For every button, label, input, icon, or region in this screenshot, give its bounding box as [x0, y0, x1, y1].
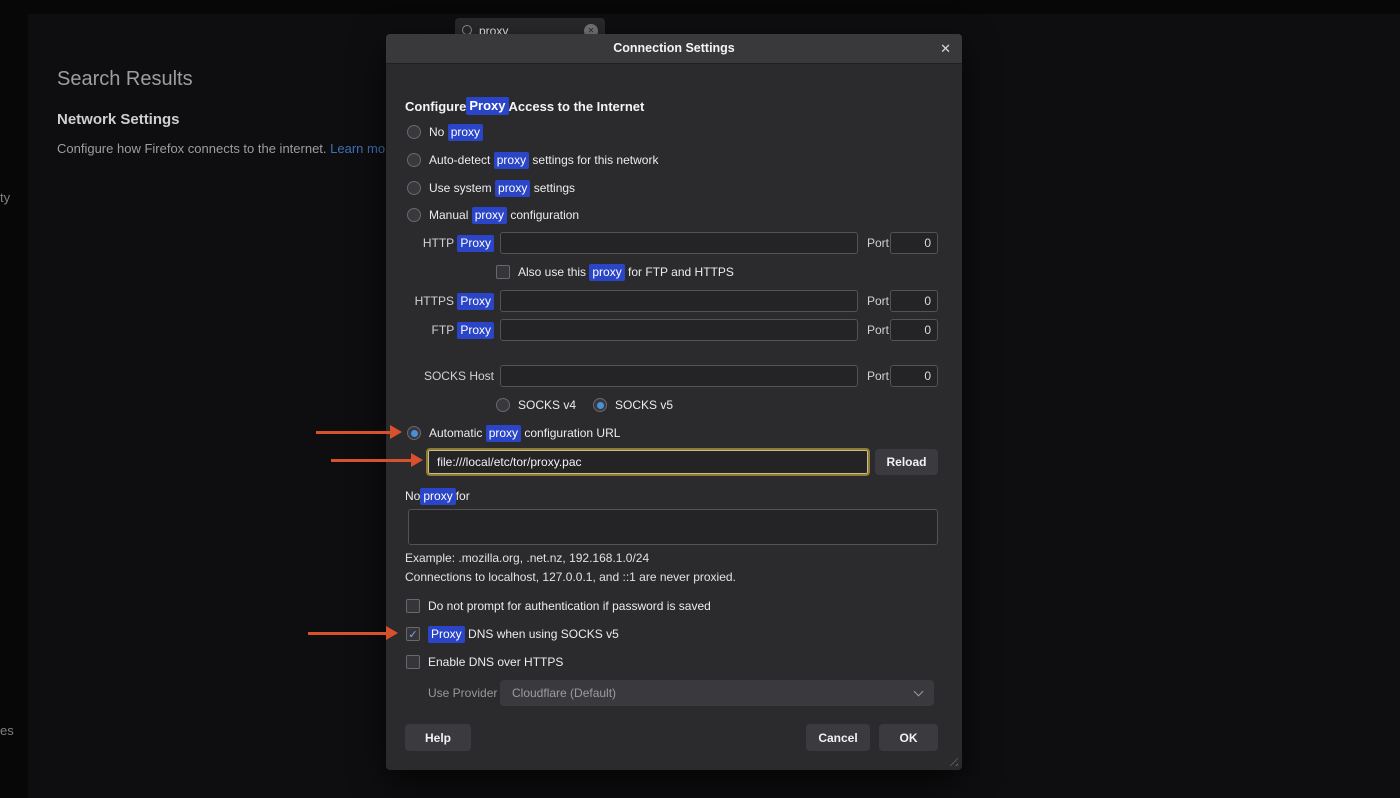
https-proxy-label: HTTPS Proxy — [405, 290, 494, 312]
resize-grip[interactable] — [946, 754, 958, 766]
sidebar-text-fragment-top: ty — [0, 190, 10, 205]
dialog-header: Connection Settings ✕ — [386, 34, 962, 64]
checkbox-icon[interactable] — [406, 599, 420, 613]
checkbox-icon[interactable] — [406, 655, 420, 669]
https-port-input[interactable] — [890, 290, 938, 312]
socks-host-row: SOCKS Host Port — [386, 365, 962, 387]
socks-host-label: SOCKS Host — [405, 365, 494, 387]
radio-manual-proxy[interactable]: Manual proxy configuration — [407, 205, 579, 225]
no-proxy-for-textarea[interactable] — [408, 509, 938, 545]
dialog-heading: Configure Proxy Access to the Internet — [405, 96, 644, 116]
radio-auto-detect-proxy[interactable]: Auto-detect proxy settings for this netw… — [407, 150, 658, 170]
learn-more-link[interactable]: Learn mor — [330, 141, 389, 156]
radio-label: Use system proxy settings — [429, 181, 575, 195]
also-use-proxy-checkbox[interactable]: Also use this proxy for FTP and HTTPS — [496, 262, 734, 282]
radio-icon[interactable] — [407, 208, 421, 222]
http-port-input[interactable] — [890, 232, 938, 254]
description-text: Configure how Firefox connects to the in… — [57, 141, 330, 156]
heading-highlight: Proxy — [466, 97, 508, 115]
checkbox-label: Enable DNS over HTTPS — [428, 655, 563, 669]
checkbox-label: Proxy DNS when using SOCKS v5 — [428, 627, 619, 641]
connection-settings-dialog: Connection Settings ✕ Configure Proxy Ac… — [386, 34, 962, 770]
reload-button[interactable]: Reload — [875, 449, 938, 475]
enable-doh-checkbox[interactable]: Enable DNS over HTTPS — [406, 652, 563, 672]
ftp-proxy-label: FTP Proxy — [405, 319, 494, 341]
help-button[interactable]: Help — [405, 724, 471, 751]
socks-host-input[interactable] — [500, 365, 858, 387]
socks-port-input[interactable] — [890, 365, 938, 387]
no-prompt-auth-checkbox[interactable]: Do not prompt for authentication if pass… — [406, 596, 711, 616]
https-proxy-row: HTTPS Proxy Port — [386, 290, 962, 312]
annotation-arrow-url-field — [331, 459, 411, 462]
close-icon[interactable]: ✕ — [940, 34, 951, 63]
example-hint: Example: .mozilla.org, .net.nz, 192.168.… — [405, 551, 649, 565]
socks-v4-radio-icon[interactable] — [496, 398, 510, 412]
provider-value: Cloudflare (Default) — [512, 686, 616, 700]
no-proxy-for-label: No proxy for — [405, 486, 470, 506]
left-black-strip — [0, 0, 28, 798]
checkbox-label: Also use this proxy for FTP and HTTPS — [518, 265, 734, 279]
socks-v4-label[interactable]: SOCKS v4 — [518, 398, 576, 412]
ftp-proxy-input[interactable] — [500, 319, 858, 341]
socks-version-row: SOCKS v4 SOCKS v5 — [496, 395, 673, 415]
checkbox-checked-icon[interactable]: ✓ — [406, 627, 420, 641]
checkbox-label: Do not prompt for authentication if pass… — [428, 599, 711, 613]
radio-icon[interactable] — [407, 426, 421, 440]
radio-label: No proxy — [429, 125, 483, 139]
heading-post: Access to the Internet — [509, 99, 645, 114]
ftp-proxy-row: FTP Proxy Port — [386, 319, 962, 341]
top-black-strip — [0, 0, 1400, 14]
proxy-dns-socks5-checkbox[interactable]: ✓ Proxy DNS when using SOCKS v5 — [406, 624, 619, 644]
socks-v5-radio-icon[interactable] — [593, 398, 607, 412]
sidebar-text-fragment-bottom: es — [0, 723, 14, 738]
http-port-label: Port — [867, 232, 889, 254]
annotation-arrow-proxy-dns-checkbox — [308, 632, 386, 635]
radio-automatic-proxy-url[interactable]: Automatic proxy configuration URL — [407, 423, 620, 443]
http-proxy-label: HTTP Proxy — [405, 232, 494, 254]
https-port-label: Port — [867, 290, 889, 312]
radio-system-proxy[interactable]: Use system proxy settings — [407, 178, 575, 198]
socks-v5-label[interactable]: SOCKS v5 — [615, 398, 673, 412]
annotation-arrow-auto-proxy-radio — [316, 431, 390, 434]
radio-no-proxy[interactable]: No proxy — [407, 122, 483, 142]
search-results-title: Search Results — [57, 68, 193, 91]
checkbox-icon[interactable] — [496, 265, 510, 279]
ftp-port-label: Port — [867, 319, 889, 341]
radio-icon[interactable] — [407, 125, 421, 139]
dialog-title: Connection Settings — [386, 34, 962, 63]
socks-port-label: Port — [867, 365, 889, 387]
https-proxy-input[interactable] — [500, 290, 858, 312]
http-proxy-input[interactable] — [500, 232, 858, 254]
localhost-hint: Connections to localhost, 127.0.0.1, and… — [405, 570, 736, 584]
radio-label: Automatic proxy configuration URL — [429, 426, 620, 440]
provider-dropdown[interactable]: Cloudflare (Default) — [500, 680, 934, 706]
heading-pre: Configure — [405, 99, 466, 114]
use-provider-label: Use Provider — [428, 680, 492, 706]
radio-icon[interactable] — [407, 153, 421, 167]
ftp-port-input[interactable] — [890, 319, 938, 341]
cancel-button[interactable]: Cancel — [806, 724, 870, 751]
radio-label: Auto-detect proxy settings for this netw… — [429, 153, 658, 167]
proxy-url-input[interactable] — [426, 448, 870, 476]
http-proxy-row: HTTP Proxy Port — [386, 232, 962, 254]
radio-icon[interactable] — [407, 181, 421, 195]
ok-button[interactable]: OK — [879, 724, 938, 751]
network-settings-description: Configure how Firefox connects to the in… — [57, 141, 389, 156]
chevron-down-icon — [914, 686, 924, 696]
network-settings-heading: Network Settings — [57, 111, 180, 128]
radio-label: Manual proxy configuration — [429, 208, 579, 222]
